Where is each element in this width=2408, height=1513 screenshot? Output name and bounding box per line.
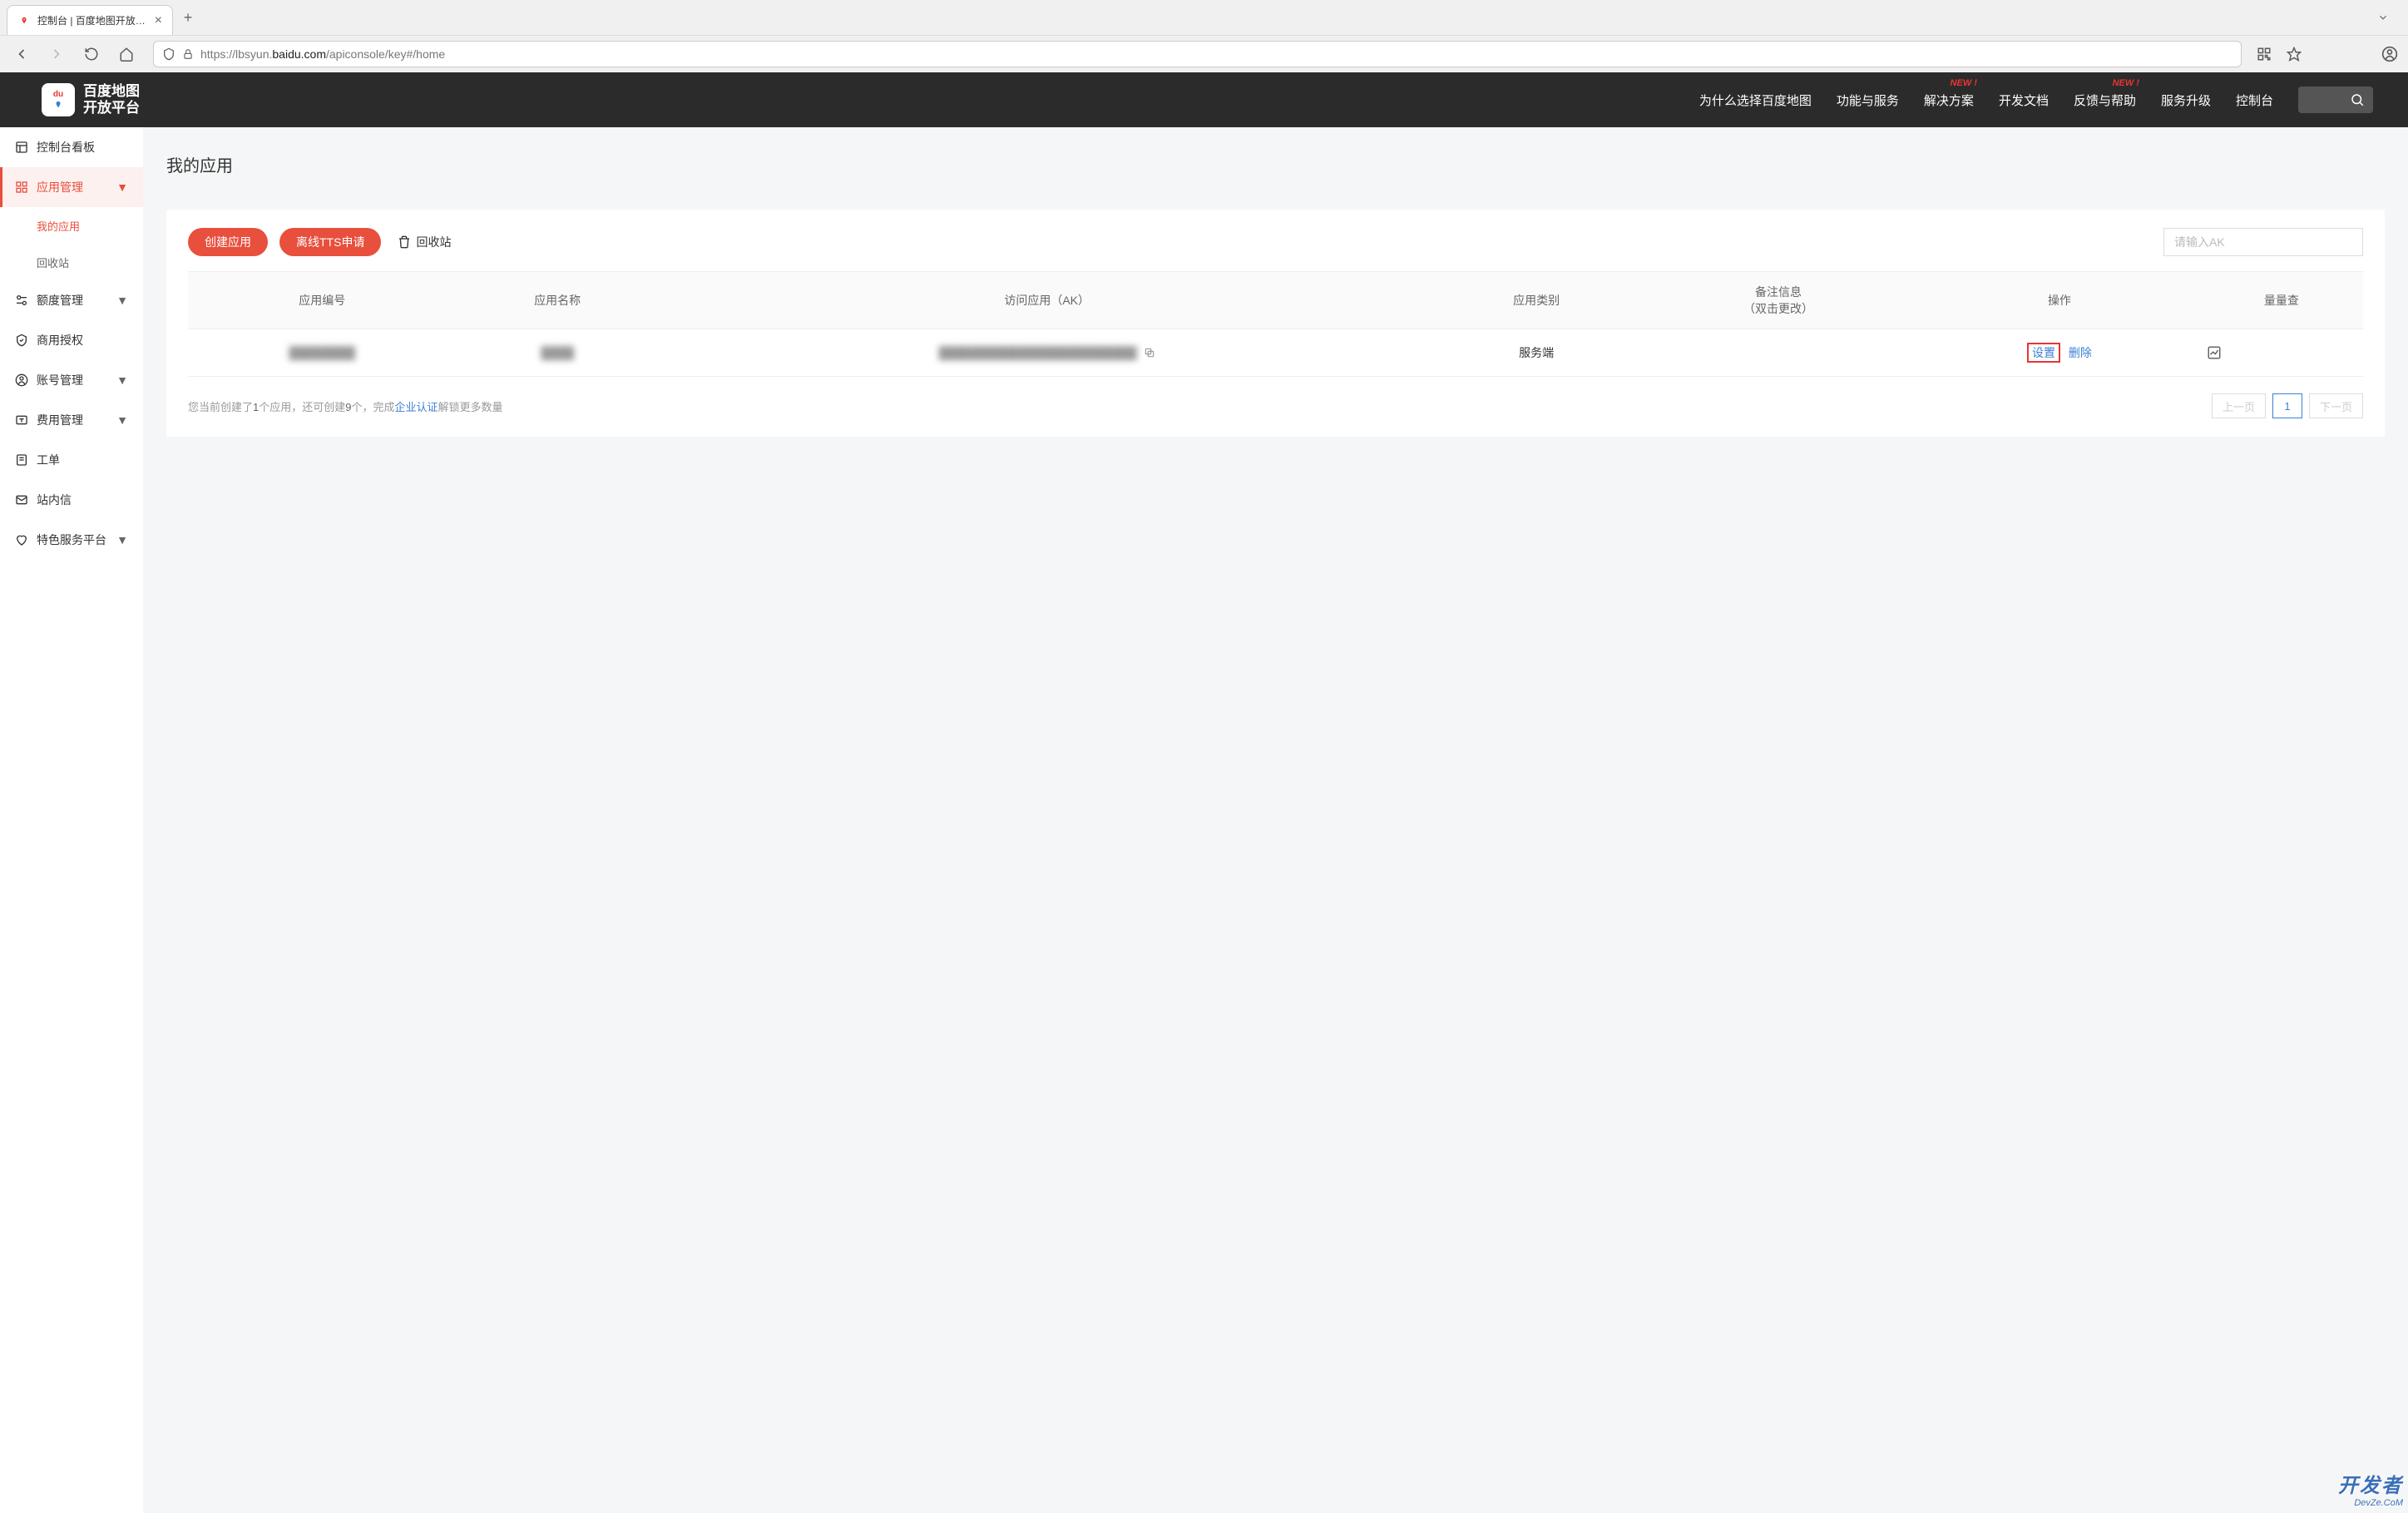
- browser-tab[interactable]: 控制台 | 百度地图开放平台 ×: [7, 5, 173, 35]
- user-icon: [15, 373, 28, 387]
- site-logo[interactable]: du 百度地图 开放平台: [42, 83, 140, 117]
- header-search[interactable]: [2298, 87, 2373, 113]
- mail-icon: [15, 493, 28, 507]
- sidebar-item-quota[interactable]: 额度管理 ▼: [0, 280, 143, 320]
- offline-tts-button[interactable]: 离线TTS申请: [279, 228, 381, 256]
- col-ak: 访问应用（AK）: [659, 272, 1436, 329]
- col-remark: 备注信息 （双击更改）: [1638, 272, 1919, 329]
- nav-docs[interactable]: 开发文档: [1999, 91, 2049, 109]
- delete-link[interactable]: 删除: [2069, 346, 2092, 359]
- sidebar-item-billing[interactable]: 费用管理 ▼: [0, 400, 143, 440]
- sidebar-item-license[interactable]: 商用授权: [0, 320, 143, 360]
- nav-console[interactable]: 控制台: [2236, 91, 2273, 109]
- cell-ak: ████████████████████████: [939, 346, 1137, 359]
- col-app-type: 应用类别: [1435, 272, 1637, 329]
- col-app-name: 应用名称: [456, 272, 658, 329]
- chevron-down-icon: ▼: [116, 413, 128, 427]
- apps-table: 应用编号 应用名称 访问应用（AK） 应用类别 备注信息 （双击更改） 操作 量…: [188, 271, 2363, 377]
- table-footer: 您当前创建了1个应用，还可创建9个，完成企业认证解锁更多数量 上一页 1 下一页: [188, 393, 2363, 418]
- ticket-icon: [15, 453, 28, 467]
- search-icon: [2350, 92, 2365, 107]
- create-app-button[interactable]: 创建应用: [188, 228, 268, 256]
- content-card: 创建应用 离线TTS申请 回收站 应用编号 应用名称 访问应用（AK） 应用类别…: [166, 210, 2385, 437]
- heart-icon: [15, 533, 28, 546]
- cell-app-id: ████████: [289, 346, 355, 359]
- bookmark-icon[interactable]: [2287, 47, 2302, 62]
- page-title: 我的应用: [166, 152, 2385, 176]
- main-content: 我的应用 创建应用 离线TTS申请 回收站 应用编号 应用名称 访问应用（AK）: [143, 127, 2408, 1513]
- sidebar-sub-recycle[interactable]: 回收站: [0, 244, 143, 280]
- sidebar-item-account[interactable]: 账号管理 ▼: [0, 360, 143, 400]
- sidebar-item-inbox[interactable]: 站内信: [0, 480, 143, 520]
- quota-icon: [15, 294, 28, 307]
- browser-right-icons: [2257, 46, 2398, 62]
- page-1-button[interactable]: 1: [2272, 393, 2302, 418]
- trash-icon: [398, 235, 411, 249]
- nav-why[interactable]: 为什么选择百度地图: [1699, 91, 1812, 109]
- enterprise-cert-link[interactable]: 企业认证: [395, 401, 438, 413]
- tab-list-dropdown-icon[interactable]: [2365, 12, 2401, 23]
- recycle-bin-button[interactable]: 回收站: [398, 234, 451, 250]
- tab-bar: 控制台 | 百度地图开放平台 × +: [0, 0, 2408, 35]
- tab-favicon-icon: [17, 14, 31, 27]
- prev-page-button[interactable]: 上一页: [2212, 393, 2266, 418]
- sidebar-item-dashboard[interactable]: 控制台看板: [0, 127, 143, 167]
- nav-upgrade[interactable]: 服务升级: [2161, 91, 2211, 109]
- logo-icon: du: [42, 83, 75, 116]
- top-nav: 为什么选择百度地图 功能与服务 NEW !解决方案 开发文档 NEW !反馈与帮…: [1699, 87, 2373, 113]
- reload-button[interactable]: [80, 42, 103, 66]
- cell-app-name: ████: [541, 346, 574, 359]
- sidebar-item-apps[interactable]: 应用管理 ▼: [0, 167, 143, 207]
- new-tab-button[interactable]: +: [176, 6, 200, 29]
- fee-icon: [15, 413, 28, 427]
- sidebar-sub-myapps[interactable]: 我的应用: [0, 207, 143, 244]
- shield-icon: [162, 47, 176, 61]
- account-icon[interactable]: [2381, 46, 2398, 62]
- apps-icon: [15, 180, 28, 194]
- tab-title: 控制台 | 百度地图开放平台: [37, 13, 148, 27]
- settings-link[interactable]: 设置: [2027, 343, 2060, 363]
- toolbar: 创建应用 离线TTS申请 回收站: [188, 228, 2363, 256]
- tab-close-icon[interactable]: ×: [155, 13, 162, 28]
- browser-nav-bar: https://lbsyun.baidu.com/apiconsole/key#…: [0, 35, 2408, 72]
- col-app-id: 应用编号: [188, 272, 456, 329]
- dashboard-icon: [15, 141, 28, 154]
- col-usage: 量量查: [2200, 272, 2363, 329]
- qr-icon[interactable]: [2257, 47, 2272, 62]
- url-bar[interactable]: https://lbsyun.baidu.com/apiconsole/key#…: [153, 41, 2242, 67]
- chevron-down-icon: ▼: [116, 373, 128, 387]
- home-button[interactable]: [115, 42, 138, 66]
- site-header: du 百度地图 开放平台 为什么选择百度地图 功能与服务 NEW !解决方案 开…: [0, 72, 2408, 127]
- cell-app-type: 服务端: [1435, 329, 1637, 377]
- back-button[interactable]: [10, 42, 33, 66]
- shield-check-icon: [15, 334, 28, 347]
- nav-features[interactable]: 功能与服务: [1837, 91, 1899, 109]
- cell-remark[interactable]: [1638, 329, 1919, 377]
- lock-icon: [182, 48, 194, 60]
- browser-chrome: 控制台 | 百度地图开放平台 × + https://l: [0, 0, 2408, 72]
- chevron-down-icon: ▼: [116, 180, 128, 194]
- logo-text: 百度地图 开放平台: [83, 83, 140, 117]
- pagination: 上一页 1 下一页: [2212, 393, 2363, 418]
- usage-chart-icon[interactable]: [2207, 345, 2356, 360]
- forward-button[interactable]: [45, 42, 68, 66]
- table-header-row: 应用编号 应用名称 访问应用（AK） 应用类别 备注信息 （双击更改） 操作 量…: [188, 272, 2363, 329]
- nav-solutions[interactable]: NEW !解决方案: [1924, 91, 1974, 109]
- footer-text: 您当前创建了1个应用，还可创建9个，完成企业认证解锁更多数量: [188, 398, 503, 414]
- next-page-button[interactable]: 下一页: [2309, 393, 2363, 418]
- copy-icon[interactable]: [1144, 347, 1155, 358]
- table-row: ████████ ████ ████████████████████████ 服…: [188, 329, 2363, 377]
- sidebar-item-special[interactable]: 特色服务平台 ▼: [0, 520, 143, 560]
- col-action: 操作: [1919, 272, 2200, 329]
- nav-feedback[interactable]: NEW !反馈与帮助: [2074, 91, 2136, 109]
- sidebar: 控制台看板 应用管理 ▼ 我的应用 回收站 额度管理 ▼ 商用授权 账号管理 ▼…: [0, 127, 143, 1513]
- ak-search-input[interactable]: [2163, 228, 2363, 256]
- chevron-down-icon: ▼: [116, 294, 128, 307]
- sidebar-item-ticket[interactable]: 工单: [0, 440, 143, 480]
- chevron-down-icon: ▼: [116, 533, 128, 546]
- url-text: https://lbsyun.baidu.com/apiconsole/key#…: [200, 47, 2232, 61]
- layout: 控制台看板 应用管理 ▼ 我的应用 回收站 额度管理 ▼ 商用授权 账号管理 ▼…: [0, 127, 2408, 1513]
